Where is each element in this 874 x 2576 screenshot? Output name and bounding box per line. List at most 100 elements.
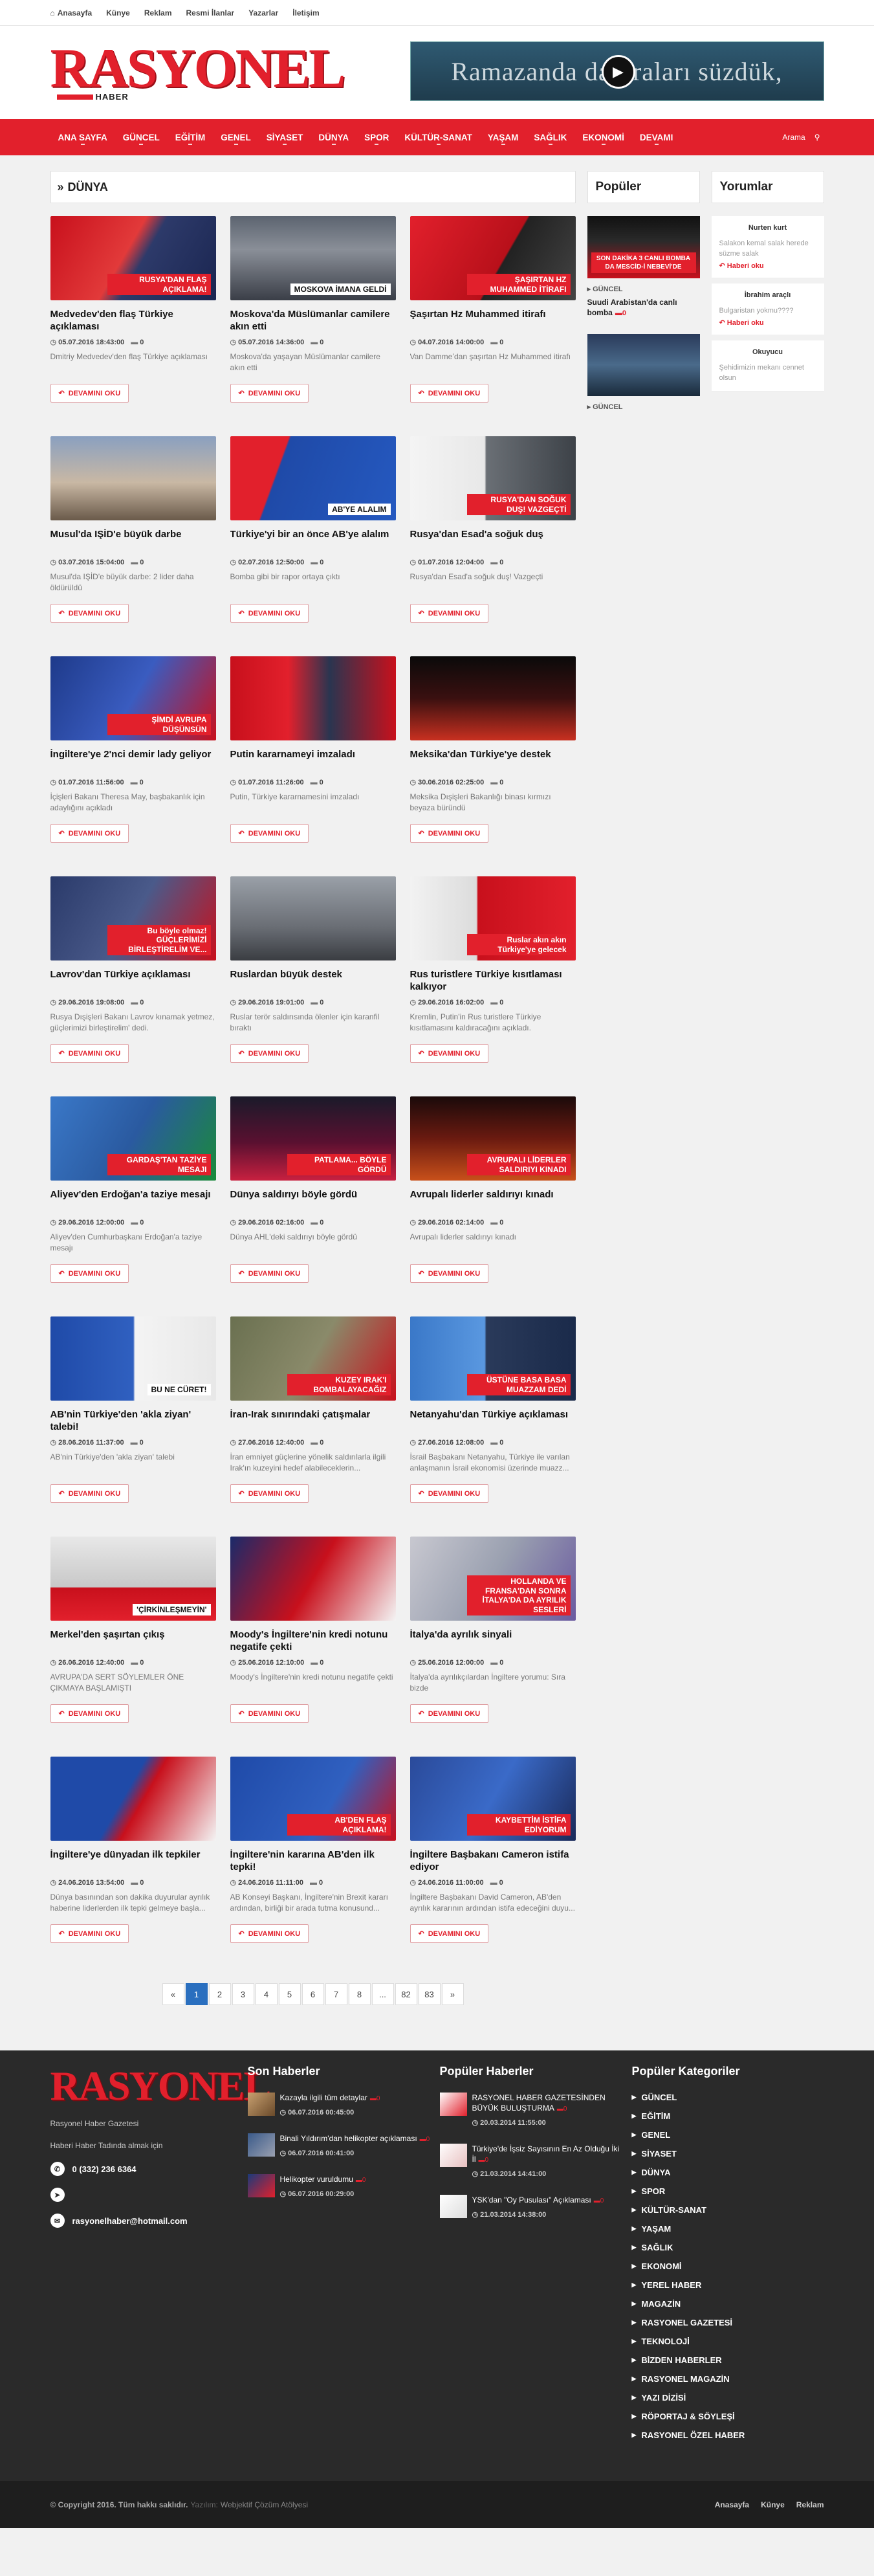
top-link[interactable]: Reklam [144, 8, 172, 17]
nav-item[interactable]: ANA SAYFA [50, 119, 115, 155]
article-title[interactable]: Ruslardan büyük destek [230, 968, 396, 993]
article-title[interactable]: İtalya'da ayrılık sinyali [410, 1628, 576, 1653]
nav-item[interactable]: DÜNYA [311, 119, 356, 155]
nav-item[interactable]: SPOR [356, 119, 397, 155]
popular-category[interactable]: ▸ GÜNCEL [587, 285, 700, 293]
article-title[interactable]: İngiltere'ye dünyadan ilk tepkiler [50, 1849, 216, 1873]
nav-search[interactable]: Arama ⚲ [782, 133, 824, 142]
article-title[interactable]: AB'nin Türkiye'den 'akla ziyan' talebi! [50, 1408, 216, 1433]
article-thumbnail[interactable]: MOSKOVA İMANA GELDİ [230, 216, 396, 300]
article-title[interactable]: Rusya'dan Esad'a soğuk duş [410, 528, 576, 553]
read-more-button[interactable]: ↶ DEVAMINI OKU [230, 1484, 309, 1503]
article-thumbnail[interactable] [230, 876, 396, 960]
article-thumbnail[interactable] [230, 656, 396, 740]
footer-post-title[interactable]: Binali Yıldırım'dan helikopter açıklamas… [280, 2133, 430, 2145]
read-more-button[interactable]: ↶ DEVAMINI OKU [50, 1924, 129, 1943]
article-title[interactable]: Moskova'da Müslümanlar camilere akın ett… [230, 308, 396, 333]
read-more-button[interactable]: ↶ DEVAMINI OKU [230, 384, 309, 403]
page-link[interactable]: 2 [208, 1983, 231, 2005]
article-thumbnail[interactable]: ŞAŞIRTAN HZ MUHAMMED İTİRAFI [410, 216, 576, 300]
nav-item[interactable]: SİYASET [259, 119, 311, 155]
article-title[interactable]: Lavrov'dan Türkiye açıklaması [50, 968, 216, 993]
footer-category-link[interactable]: ▶ MAGAZİN [632, 2299, 824, 2309]
copyright-link[interactable]: Reklam [796, 2500, 824, 2509]
article-thumbnail[interactable]: PATLAMA... BÖYLE GÖRDÜ [230, 1096, 396, 1181]
read-more-button[interactable]: ↶ DEVAMINI OKU [410, 384, 489, 403]
article-title[interactable]: Dünya saldırıyı böyle gördü [230, 1188, 396, 1213]
footer-post-title[interactable]: YSK'dan "Oy Pusulası" Açıklaması ▬0 [472, 2195, 604, 2206]
article-title[interactable]: Netanyahu'dan Türkiye açıklaması [410, 1408, 576, 1433]
footer-post-title[interactable]: Kazayla ilgili tüm detaylar ▬0 [280, 2093, 380, 2104]
footer-category-link[interactable]: ▶ YEREL HABER [632, 2280, 824, 2290]
article-thumbnail[interactable]: AB'YE ALALIM [230, 436, 396, 520]
page-link[interactable]: 4 [255, 1983, 278, 2005]
article-thumbnail[interactable]: KUZEY IRAK'I BOMBALAYACAĞIZ [230, 1316, 396, 1401]
footer-category-link[interactable]: ▶ RÖPORTAJ & SÖYLEŞİ [632, 2412, 824, 2421]
footer-category-link[interactable]: ▶ RASYONEL MAGAZİN [632, 2374, 824, 2384]
article-title[interactable]: Türkiye'yi bir an önce AB'ye alalım [230, 528, 396, 553]
article-thumbnail[interactable]: Bu böyle olmaz! GÜÇLERİMİZİ BİRLEŞTİRELİ… [50, 876, 216, 960]
top-link[interactable]: İletişim [292, 8, 319, 17]
top-link[interactable]: ⌂ Anasayfa [50, 8, 93, 17]
read-more-button[interactable]: ↶ DEVAMINI OKU [230, 604, 309, 623]
footer-post-thumbnail[interactable] [439, 2144, 467, 2167]
top-link[interactable]: Yazarlar [248, 8, 278, 17]
read-more-button[interactable]: ↶ DEVAMINI OKU [410, 1044, 489, 1063]
copyright-link[interactable]: Anasayfa [715, 2500, 749, 2509]
article-thumbnail[interactable] [230, 1537, 396, 1621]
nav-item[interactable]: EKONOMİ [574, 119, 632, 155]
footer-category-link[interactable]: ▶ EĞİTİM [632, 2111, 824, 2121]
read-more-button[interactable]: ↶ DEVAMINI OKU [410, 604, 489, 623]
email-address[interactable]: rasyonelhaber@hotmail.com [72, 2216, 188, 2226]
article-thumbnail[interactable]: Ruslar akın akın Türkiye'ye gelecek [410, 876, 576, 960]
read-more-button[interactable]: ↶ DEVAMINI OKU [50, 1704, 129, 1723]
article-thumbnail[interactable]: 'ÇİRKİNLEŞMEYİN' [50, 1537, 216, 1621]
article-thumbnail[interactable] [50, 436, 216, 520]
read-more-button[interactable]: ↶ DEVAMINI OKU [230, 1044, 309, 1063]
page-link[interactable]: 83 [418, 1983, 441, 2005]
nav-item[interactable]: SAĞLIK [526, 119, 574, 155]
footer-post-title[interactable]: RASYONEL HABER GAZETESİNDEN BÜYÜK BULUŞT… [472, 2093, 632, 2115]
page-link[interactable]: 1 [185, 1983, 208, 2005]
page-link[interactable]: 5 [278, 1983, 301, 2005]
article-thumbnail[interactable]: GARDAŞ'TAN TAZİYE MESAJI [50, 1096, 216, 1181]
read-more-button[interactable]: ↶ DEVAMINI OKU [230, 1924, 309, 1943]
page-link[interactable]: 8 [348, 1983, 371, 2005]
footer-category-link[interactable]: ▶ DÜNYA [632, 2168, 824, 2177]
page-link[interactable]: 6 [301, 1983, 324, 2005]
article-title[interactable]: Avrupalı liderler saldırıyı kınadı [410, 1188, 576, 1213]
footer-category-link[interactable]: ▶ YAZI DİZİSİ [632, 2393, 824, 2403]
nav-item[interactable]: EĞİTİM [168, 119, 213, 155]
nav-item[interactable]: KÜLTÜR-SANAT [397, 119, 479, 155]
read-more-button[interactable]: ↶ DEVAMINI OKU [410, 1484, 489, 1503]
article-title[interactable]: İngiltere'nin kararına AB'den ilk tepki! [230, 1849, 396, 1873]
article-title[interactable]: İngiltere'ye 2'nci demir lady geliyor [50, 748, 216, 773]
article-thumbnail[interactable]: RUSYA'DAN SOĞUK DUŞ! VAZGEÇTİ [410, 436, 576, 520]
search-icon[interactable]: ⚲ [814, 133, 820, 142]
footer-category-link[interactable]: ▶ BİZDEN HABERLER [632, 2355, 824, 2365]
footer-post-thumbnail[interactable] [247, 2174, 275, 2197]
footer-category-link[interactable]: ▶ SİYASET [632, 2149, 824, 2159]
read-more-button[interactable]: ↶ DEVAMINI OKU [410, 1924, 489, 1943]
article-thumbnail[interactable] [410, 656, 576, 740]
article-title[interactable]: Merkel'den şaşırtan çıkış [50, 1628, 216, 1653]
article-thumbnail[interactable]: KAYBETTİM İSTİFA EDİYORUM [410, 1757, 576, 1841]
copyright-company[interactable]: Webjektif Çözüm Atölyesi [221, 2500, 308, 2509]
article-thumbnail[interactable]: BU NE CÜRET! [50, 1316, 216, 1401]
article-title[interactable]: Putin kararnameyi imzaladı [230, 748, 396, 773]
play-icon[interactable]: ▶ [601, 55, 635, 89]
footer-post-thumbnail[interactable] [247, 2093, 275, 2116]
read-more-button[interactable]: ↶ DEVAMINI OKU [230, 1264, 309, 1283]
popular-category[interactable]: ▸ GÜNCEL [587, 403, 700, 411]
read-more-button[interactable]: ↶ DEVAMINI OKU [50, 824, 129, 843]
footer-category-link[interactable]: ▶ EKONOMİ [632, 2261, 824, 2271]
article-thumbnail[interactable] [50, 1757, 216, 1841]
page-link[interactable]: « [162, 1983, 184, 2005]
footer-category-link[interactable]: ▶ RASYONEL GAZETESİ [632, 2318, 824, 2327]
article-title[interactable]: Medvedev'den flaş Türkiye açıklaması [50, 308, 216, 333]
read-more-button[interactable]: ↶ DEVAMINI OKU [410, 1704, 489, 1723]
article-thumbnail[interactable]: ÜSTÜNE BASA BASA MUAZZAM DEDİ [410, 1316, 576, 1401]
article-thumbnail[interactable]: AVRUPALI LİDERLER SALDIRIYI KINADI [410, 1096, 576, 1181]
nav-item[interactable]: GENEL [213, 119, 259, 155]
article-title[interactable]: Aliyev'den Erdoğan'a taziye mesajı [50, 1188, 216, 1213]
